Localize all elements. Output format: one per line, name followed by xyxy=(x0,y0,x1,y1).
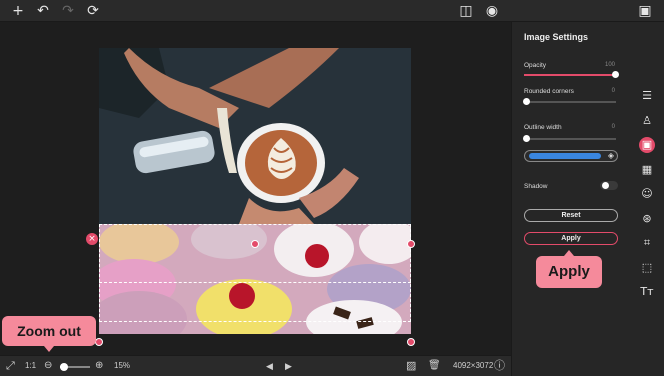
tool-rail: ☰ ♙ ▣ ▦ ☺ ⊛ ⌗ ⬚ Tт xyxy=(631,22,664,376)
reset-icon[interactable]: ⟳ xyxy=(85,3,101,19)
apply-button[interactable]: Apply xyxy=(524,232,618,245)
image-icon[interactable]: ▣ xyxy=(639,137,655,153)
checker-icon[interactable]: ▦ xyxy=(639,162,655,178)
delete-icon[interactable]: 🗑 xyxy=(428,359,441,373)
reset-button[interactable]: Reset xyxy=(524,209,618,222)
bottom-toolbar: ⤢ 1:1 ⊖ ⊕ 15% ◀ ▶ ▨ 🗑 4092×3072 ⓘ xyxy=(0,355,511,376)
resize-handle-top[interactable] xyxy=(251,240,259,248)
shadow-toggle[interactable] xyxy=(600,181,618,190)
selection-box[interactable] xyxy=(99,224,411,322)
redo-icon[interactable]: ↷ xyxy=(60,3,76,19)
outline-color-picker[interactable]: ◈ xyxy=(524,150,618,162)
editor-app: + ↶ ↷ ⟳ ◫ ◉ ▣ × ⤢ 1:1 ⊖ ⊕ 15% ◀ ▶ ▨ 🗑 40… xyxy=(0,0,664,376)
rounded-corners-slider[interactable] xyxy=(523,98,616,105)
panel-title: Image Settings xyxy=(524,32,589,42)
text-icon[interactable]: Tт xyxy=(639,284,655,300)
image-icon[interactable]: ▨ xyxy=(406,359,416,373)
rounded-corners-value: 0 xyxy=(611,88,615,94)
fit-screen-icon[interactable]: ⤢ xyxy=(6,359,15,373)
image-settings-panel: Image Settings Opacity 100 Rounded corne… xyxy=(511,22,631,376)
rounded-corners-knob[interactable] xyxy=(523,98,530,105)
opacity-slider[interactable] xyxy=(524,71,619,78)
shadow-label: Shadow xyxy=(524,183,548,190)
selection-guide xyxy=(99,282,411,283)
rounded-corners-label: Rounded corners xyxy=(524,88,574,95)
zoom-out-icon[interactable]: ⊖ xyxy=(44,359,52,373)
emoji-icon[interactable]: ☺ xyxy=(639,186,655,202)
outline-width-slider[interactable] xyxy=(523,135,616,142)
coffee-photo[interactable] xyxy=(99,48,411,224)
image-dimensions: 4092×3072 xyxy=(453,361,494,370)
apply-callout-arrow xyxy=(564,250,574,256)
resize-handle-bottom-right[interactable] xyxy=(407,338,415,346)
opacity-slider-knob[interactable] xyxy=(612,71,619,78)
prev-image-icon[interactable]: ◀ xyxy=(266,359,273,373)
info-icon[interactable]: ⓘ xyxy=(494,359,505,373)
stamp-icon[interactable]: ♙ xyxy=(639,113,655,129)
shadow-toggle-knob xyxy=(602,182,609,189)
outline-width-label: Outline width xyxy=(524,124,562,131)
zoom-slider[interactable] xyxy=(60,363,90,371)
apply-callout: Apply xyxy=(536,256,602,288)
opacity-label: Opacity xyxy=(524,62,547,69)
resize-icon[interactable]: ⬚ xyxy=(639,260,655,276)
outline-width-knob[interactable] xyxy=(523,135,530,142)
remove-layer-icon[interactable]: × xyxy=(86,233,98,245)
next-image-icon[interactable]: ▶ xyxy=(285,359,292,373)
sliders-icon[interactable]: ☰ xyxy=(639,88,655,104)
ratio-label[interactable]: 1:1 xyxy=(25,359,36,373)
resize-handle-top-right[interactable] xyxy=(407,240,415,248)
opacity-slider-fill xyxy=(524,74,616,76)
zoom-out-callout: Zoom out xyxy=(2,316,96,346)
outline-width-value: 0 xyxy=(611,124,615,130)
add-icon[interactable]: + xyxy=(10,3,26,19)
zoom-in-icon[interactable]: ⊕ xyxy=(95,359,103,373)
zoom-value: 15% xyxy=(114,361,131,370)
zoom-out-callout-arrow xyxy=(44,346,54,352)
crop-icon[interactable]: ⌗ xyxy=(639,235,655,251)
opacity-value: 100 xyxy=(604,62,615,68)
save-icon[interactable]: ▣ xyxy=(637,3,653,19)
resize-handle-bottom-left[interactable] xyxy=(95,338,103,346)
preview-eye-icon[interactable]: ◉ xyxy=(484,3,500,19)
layers-icon[interactable]: ⊛ xyxy=(639,211,655,227)
compare-icon[interactable]: ◫ xyxy=(458,3,474,19)
outline-color-swatch xyxy=(529,153,601,159)
top-toolbar: + ↶ ↷ ⟳ ◫ ◉ ▣ xyxy=(0,0,664,22)
paint-bucket-icon[interactable]: ◈ xyxy=(608,151,614,161)
undo-icon[interactable]: ↶ xyxy=(35,3,51,19)
zoom-slider-knob[interactable] xyxy=(60,363,68,371)
